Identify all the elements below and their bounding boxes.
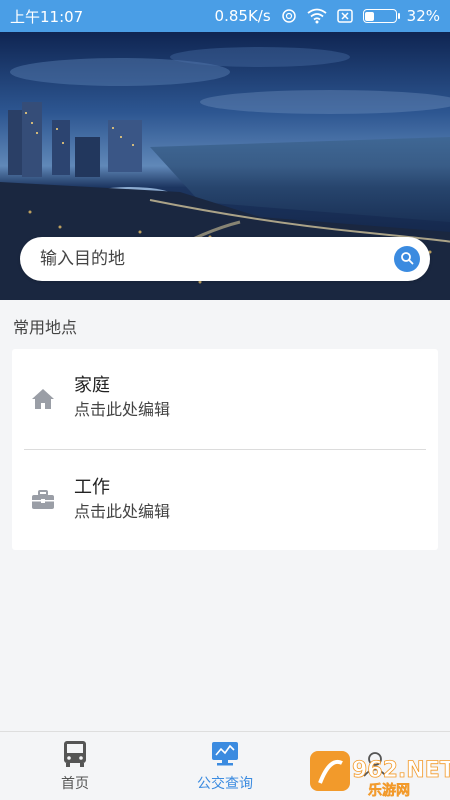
- svg-text:962.NET: 962.NET: [352, 758, 450, 783]
- sim-x-icon: [336, 9, 353, 23]
- site-watermark-logo: 962.NET 乐游网: [308, 747, 450, 800]
- battery-percent: 32%: [406, 7, 440, 25]
- status-time: 上午11:07: [10, 7, 84, 26]
- battery-level-fill: [365, 11, 375, 21]
- status-bar: 上午11:07 0.85K/s 32%: [0, 0, 450, 32]
- search-icon: [400, 250, 414, 269]
- place-item-work[interactable]: 工作 点击此处编辑: [12, 450, 438, 550]
- search-bar[interactable]: [20, 237, 430, 281]
- briefcase-icon: [30, 487, 56, 513]
- battery-icon: [362, 9, 400, 23]
- bus-icon: [60, 740, 90, 768]
- monitor-icon: [210, 740, 240, 768]
- svg-text:乐游网: 乐游网: [368, 782, 410, 799]
- frequent-places-heading: 常用地点: [13, 318, 78, 337]
- place-text-home: 家庭 点击此处编辑: [74, 374, 170, 422]
- home-icon: [30, 386, 56, 412]
- search-button[interactable]: [394, 246, 420, 272]
- network-speed: 0.85K/s: [214, 7, 271, 25]
- nav-label: 首页: [61, 776, 89, 792]
- status-right: 0.85K/s 32%: [215, 7, 440, 25]
- place-text-work: 工作 点击此处编辑: [74, 476, 170, 524]
- frequent-places-card: 家庭 点击此处编辑 工作 点击此处编辑: [12, 349, 438, 550]
- place-subtitle: 点击此处编辑: [74, 502, 171, 521]
- sync-icon: [281, 8, 297, 24]
- wifi-icon: [307, 8, 327, 24]
- place-title: 工作: [74, 477, 110, 498]
- destination-search-input[interactable]: [40, 249, 394, 269]
- place-item-home[interactable]: 家庭 点击此处编辑: [12, 349, 438, 449]
- place-title: 家庭: [74, 375, 110, 396]
- nav-label: 公交查询: [197, 776, 253, 792]
- place-subtitle: 点击此处编辑: [74, 400, 171, 419]
- nav-item-bus-query[interactable]: 公交查询: [150, 732, 300, 800]
- nav-item-home[interactable]: 首页: [0, 732, 150, 800]
